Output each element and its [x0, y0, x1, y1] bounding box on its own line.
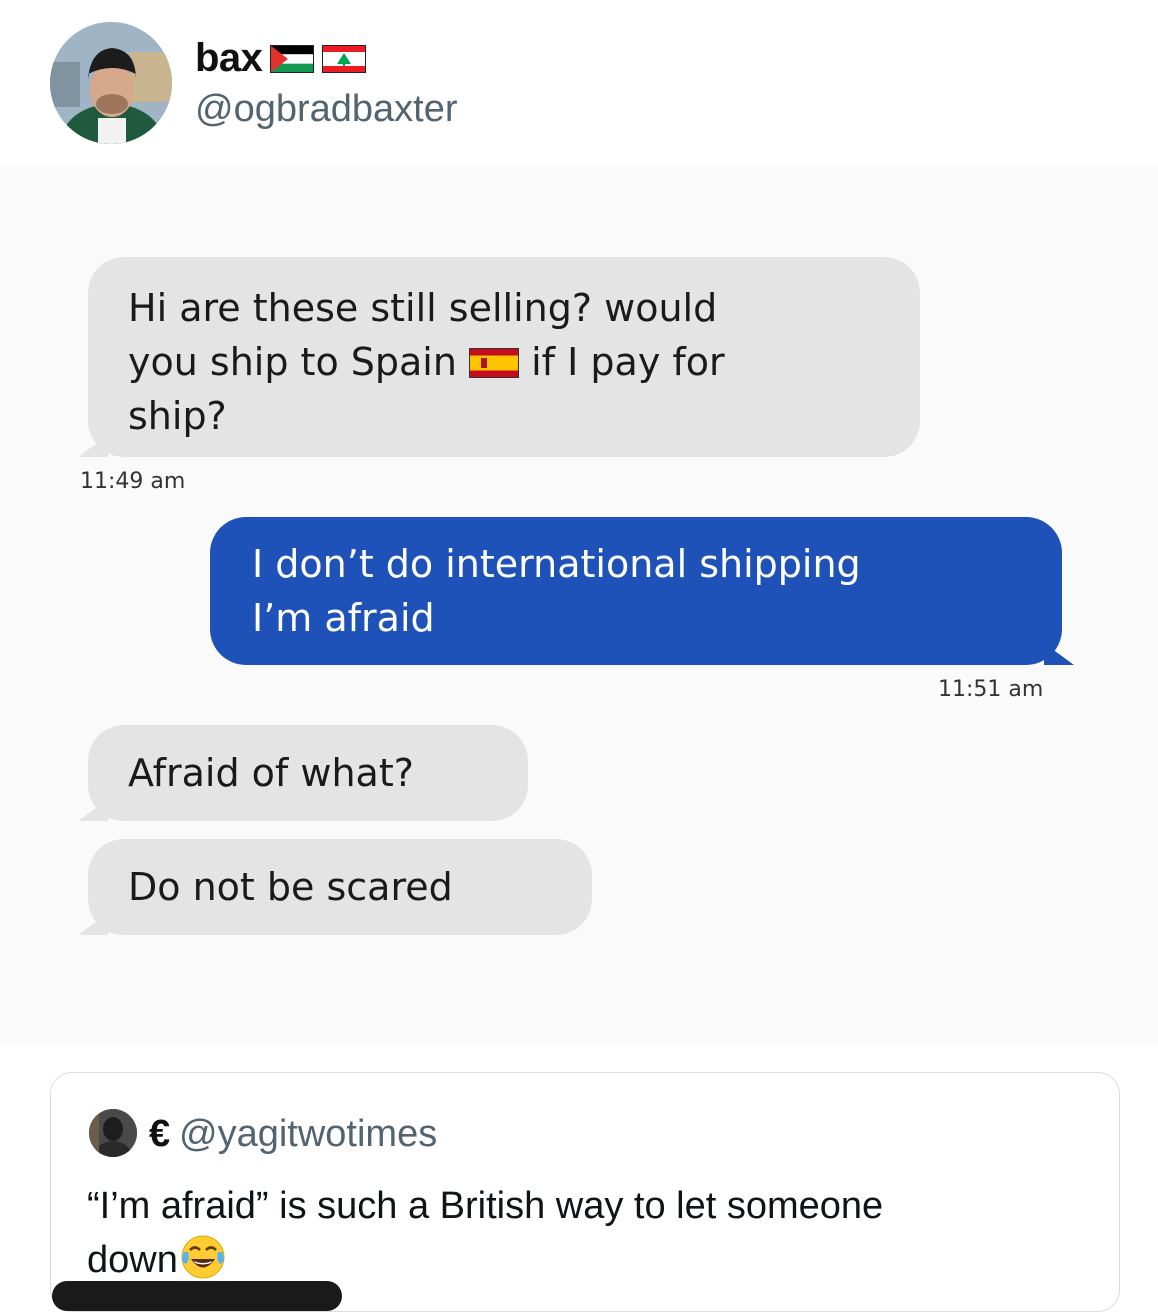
message-bubble-incoming: Do not be scared — [88, 839, 592, 935]
message-text-line: you ship to Spain — [128, 340, 457, 384]
palestine-flag-icon — [270, 44, 315, 73]
quoted-post-text-line: down — [87, 1239, 178, 1281]
message-text: Do not be scared — [128, 865, 453, 909]
message-bubble-incoming: Afraid of what? — [88, 725, 528, 821]
quoted-author-handle[interactable]: @yagitwotimes — [179, 1113, 437, 1156]
message-timestamp: 11:51 am — [938, 677, 1044, 702]
author-handle[interactable]: @ogbradbaxter — [195, 88, 458, 131]
message-bubble-outgoing: I don’t do international shipping I’m af… — [210, 517, 1062, 665]
quoted-post[interactable]: € @yagitwotimes “I’m afraid” is such a B… — [50, 1072, 1120, 1312]
lebanon-flag-icon — [322, 44, 367, 73]
author-avatar[interactable] — [50, 22, 172, 144]
author-name[interactable]: bax — [195, 36, 367, 81]
message-text-line: I don’t do international shipping — [252, 542, 861, 586]
message-text-line: ship? — [128, 394, 227, 438]
spain-flag-icon — [469, 348, 520, 378]
message-text: Afraid of what? — [128, 751, 414, 795]
avatar-image — [50, 22, 172, 144]
message-text-line: Hi are these still selling? would — [128, 286, 718, 330]
chat-screenshot: Hi are these still selling? would you sh… — [0, 165, 1158, 1045]
quoted-post-text-line: “I’m afraid” is such a British way to le… — [87, 1185, 884, 1227]
quoted-author-name[interactable]: € — [149, 1113, 170, 1156]
quoted-post-text: “I’m afraid” is such a British way to le… — [87, 1179, 1087, 1287]
message-text-line: I’m afraid — [252, 596, 435, 640]
author-name-text: bax — [195, 36, 263, 80]
message-text-line: if I pay for — [531, 340, 725, 384]
bottom-overlay-bar — [52, 1281, 342, 1311]
face-with-tears-of-joy-icon — [180, 1234, 226, 1280]
message-timestamp: 11:49 am — [80, 469, 186, 494]
quoted-author-avatar[interactable] — [89, 1109, 137, 1157]
message-bubble-incoming: Hi are these still selling? would you sh… — [88, 257, 920, 457]
